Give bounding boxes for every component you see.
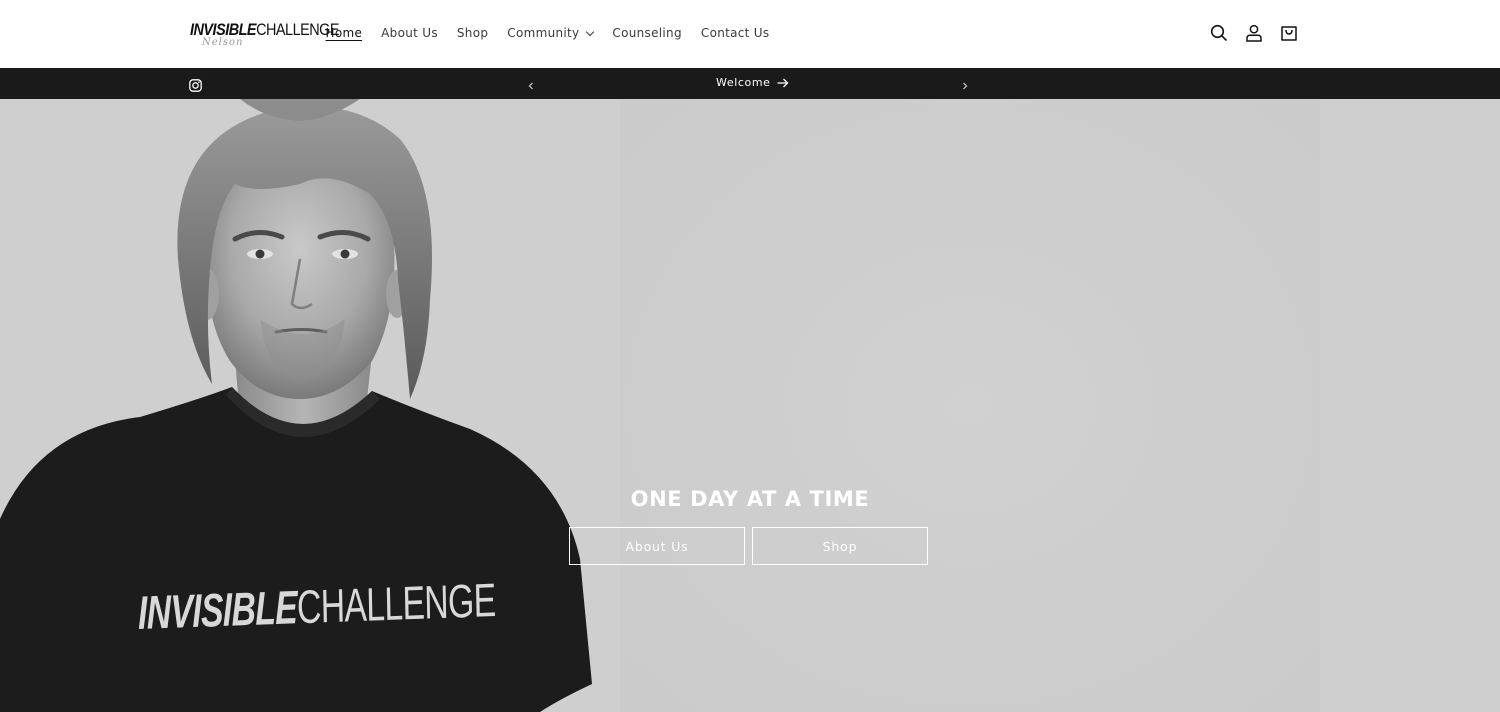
hero-about-us-button[interactable]: About Us — [569, 527, 745, 565]
chevron-right-icon[interactable] — [959, 77, 971, 90]
search-icon[interactable] — [1206, 20, 1232, 46]
logo-signature: Nelson — [202, 37, 244, 48]
main-nav: Home About Us Shop Community Counseling … — [316, 24, 779, 42]
site-header: INVISIBLECHALLENGE Nelson Home About Us … — [0, 0, 1500, 68]
hero-title: ONE DAY AT A TIME — [630, 487, 870, 511]
nav-community[interactable]: Community — [507, 24, 595, 42]
announcement-link[interactable]: Welcome — [716, 75, 789, 91]
instagram-icon[interactable] — [189, 77, 202, 92]
nav-community-label: Community — [507, 26, 580, 40]
account-icon[interactable] — [1241, 20, 1267, 46]
header-icons — [1197, 20, 1302, 46]
cart-icon[interactable] — [1276, 20, 1302, 46]
arrow-right-icon — [777, 78, 788, 88]
site-logo[interactable]: INVISIBLECHALLENGE Nelson — [190, 19, 340, 49]
nav-contact-us[interactable]: Contact Us — [701, 24, 770, 42]
chevron-down-icon — [586, 27, 595, 36]
nav-counseling[interactable]: Counseling — [612, 24, 681, 42]
hero-background — [620, 99, 1320, 712]
nav-shop[interactable]: Shop — [457, 24, 488, 42]
nav-about-us[interactable]: About Us — [381, 24, 438, 42]
chevron-left-icon[interactable] — [525, 77, 537, 90]
announcement-bar: Welcome — [0, 68, 1500, 99]
hero-shop-button[interactable]: Shop — [752, 527, 928, 565]
nav-home[interactable]: Home — [326, 24, 363, 42]
announcement-text: Welcome — [716, 76, 771, 89]
hero-banner: INVISIBLECHALLENGE ONE DAY AT A TIME Abo… — [0, 99, 1500, 712]
